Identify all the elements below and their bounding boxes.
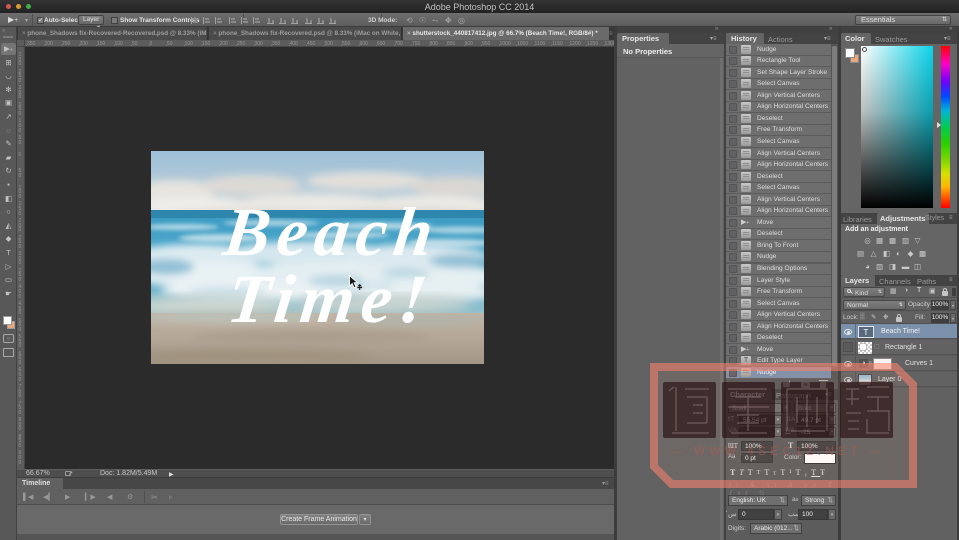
svg-text:Time!: Time! [224,260,438,337]
svg-text:Beach: Beach [219,193,445,270]
